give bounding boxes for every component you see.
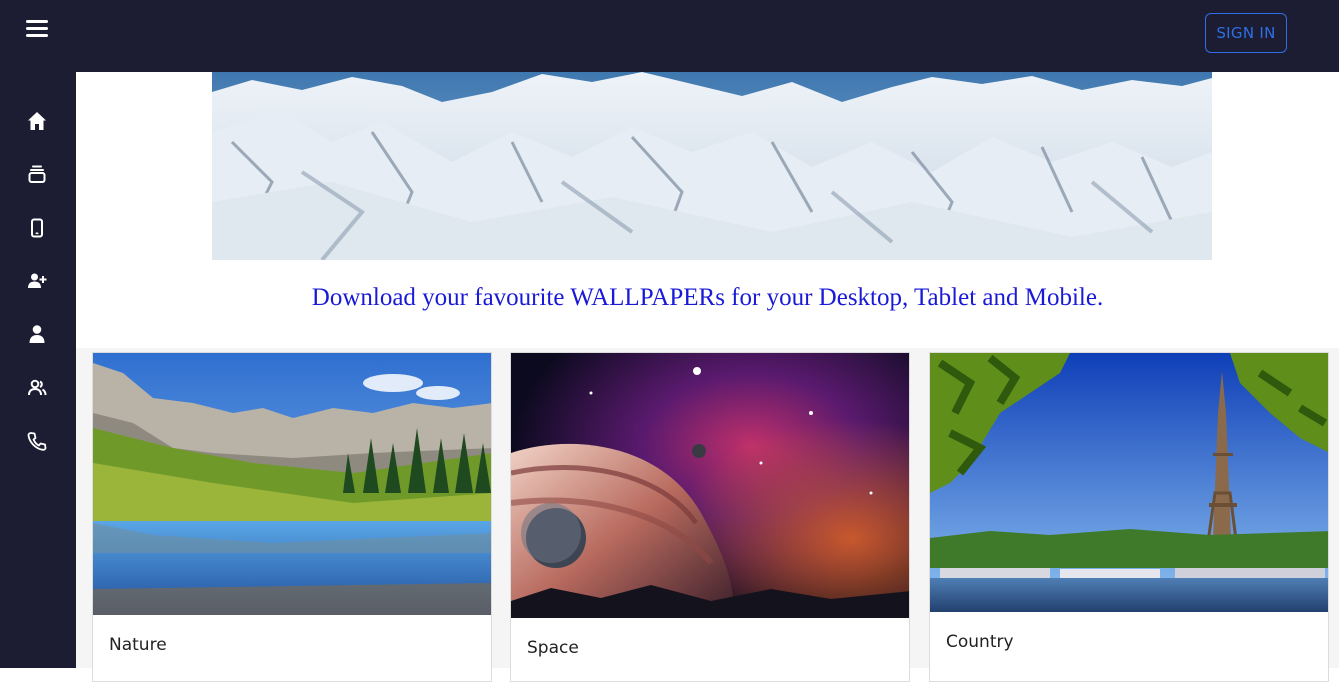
card-title-country: Country — [946, 632, 1014, 652]
phone-icon[interactable] — [25, 429, 49, 453]
card-title-space: Space — [527, 638, 579, 658]
country-thumbnail[interactable] — [930, 353, 1328, 612]
users-icon[interactable] — [25, 376, 49, 400]
wallpaper-gallery: Nature Space Country — [76, 348, 1339, 682]
category-card-space[interactable]: Space — [510, 352, 910, 682]
hamburger-icon[interactable] — [26, 18, 48, 40]
tagline-text: Download your favourite WALLPAPERs for y… — [311, 284, 1104, 311]
space-thumbnail[interactable] — [511, 353, 909, 618]
category-card-nature[interactable]: Nature — [92, 352, 492, 682]
mobile-icon[interactable] — [25, 216, 49, 240]
sign-in-button[interactable]: SIGN IN — [1205, 13, 1287, 53]
user-plus-icon[interactable] — [25, 269, 49, 293]
nature-thumbnail[interactable] — [93, 353, 491, 615]
category-card-country[interactable]: Country — [929, 352, 1329, 682]
card-title-nature: Nature — [109, 635, 167, 655]
user-icon[interactable] — [25, 322, 49, 346]
home-icon[interactable] — [25, 109, 49, 133]
main-content: Download your favourite WALLPAPERs for y… — [76, 72, 1339, 682]
top-navbar: SIGN IN — [0, 0, 1339, 72]
banner-image — [212, 72, 1212, 260]
sidebar — [0, 72, 76, 668]
layers-icon[interactable] — [25, 162, 49, 186]
